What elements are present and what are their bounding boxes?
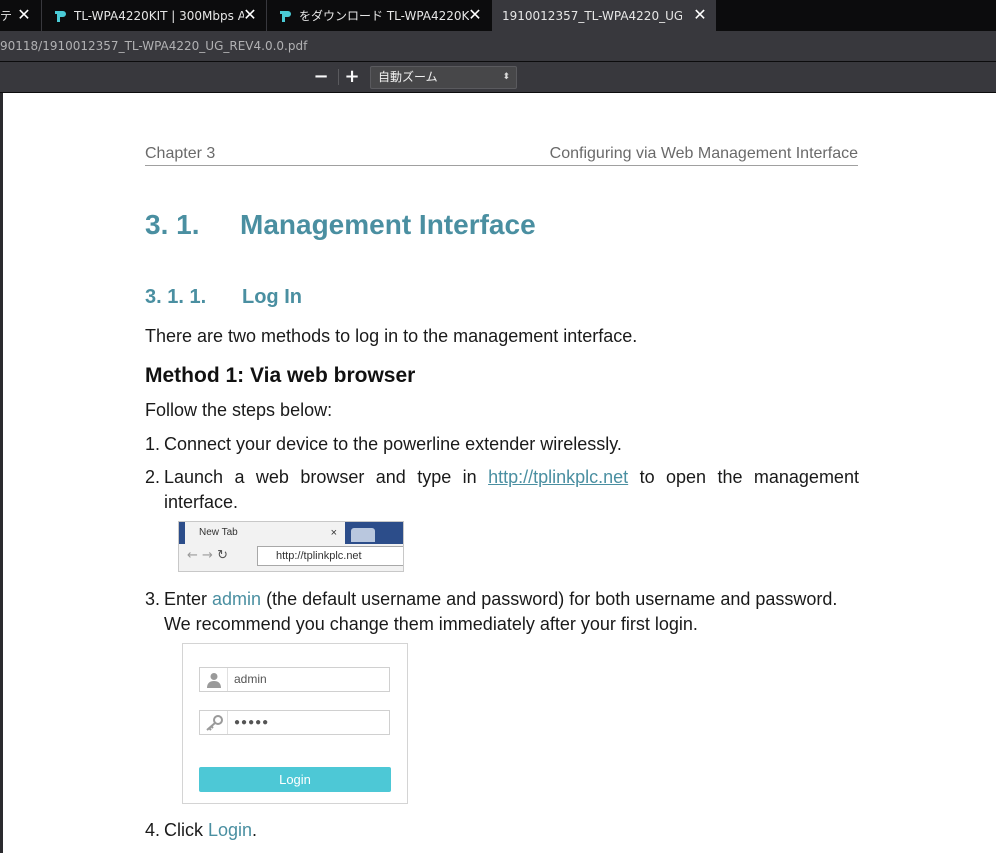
tplinkplc-link[interactable]: http://tplinkplc.net: [488, 467, 628, 488]
word: browser: [300, 467, 365, 487]
pdf-viewer[interactable]: Chapter 3 Configuring via Web Management…: [0, 93, 996, 853]
pdf-toolbar: − + 自動ズーム ⬍: [0, 61, 996, 93]
user-icon: [200, 668, 228, 691]
zoom-select[interactable]: 自動ズーム ⬍: [370, 66, 517, 89]
url-bar[interactable]: 90118/1910012357_TL-WPA4220_UG_REV4.0.0.…: [0, 31, 996, 61]
section-title: Management Interface: [240, 209, 536, 240]
word: and: [375, 467, 406, 487]
step-number: 4.: [145, 820, 161, 840]
list-item: 2. Launch a web browser and type in http…: [145, 467, 859, 519]
list-item: 3. Enter admin (the default username and…: [145, 589, 859, 641]
step-text: Click Login.: [164, 820, 859, 841]
header-rule: [145, 165, 858, 166]
login-highlight: Login: [208, 820, 253, 840]
subsection-title: Log In: [242, 286, 302, 308]
tab-1[interactable]: TL-WPA4220KIT | 300Mbps AV ✕: [42, 0, 266, 31]
chapter-header: Chapter 3: [145, 145, 216, 162]
text: (the default username and password) for …: [261, 589, 838, 609]
browser-address-text: http://tplinkplc.net: [276, 550, 362, 562]
browser-new-tab: New Tab ×: [185, 522, 345, 544]
login-button-figure: Login: [199, 767, 391, 792]
tab-3-active[interactable]: 1910012357_TL-WPA4220_UG_REV ✕: [492, 0, 716, 31]
word: the: [717, 467, 743, 487]
tab-2[interactable]: をダウンロード TL-WPA4220KIT | T ✕: [267, 0, 491, 31]
tab-title: 1910012357_TL-WPA4220_UG_REV: [502, 8, 682, 23]
word: in: [462, 467, 477, 487]
step-number: 2.: [145, 467, 161, 487]
list-item: 1. Connect your device to the powerline …: [145, 434, 859, 458]
word: a: [234, 467, 245, 487]
key-icon: [200, 711, 228, 734]
zoom-out-button[interactable]: −: [310, 66, 332, 88]
text: Enter: [164, 589, 213, 609]
word: type: [417, 467, 452, 487]
nav-arrows-icon: ← → ↻: [187, 548, 228, 563]
browser-tab-title: New Tab: [199, 527, 238, 538]
tab-title: をダウンロード TL-WPA4220KIT | T: [299, 9, 469, 23]
close-icon[interactable]: ✕: [15, 6, 33, 24]
login-screenshot-figure: admin ●●●●● Login: [182, 643, 408, 804]
word: to: [639, 467, 655, 487]
step-text: Enter admin (the default username and pa…: [164, 589, 859, 635]
step-text-line2: We recommend you change them immediately…: [164, 614, 698, 634]
tab-strip: テ ✕ TL-WPA4220KIT | 300Mbps AV ✕ をダウンロード…: [0, 0, 996, 31]
list-item: 4. Click Login.: [145, 820, 859, 844]
browser-address-bar: http://tplinkplc.net: [257, 546, 403, 566]
close-icon[interactable]: ✕: [466, 6, 484, 24]
username-field-figure: admin: [199, 667, 390, 692]
intro-paragraph: There are two methods to log in to the m…: [145, 326, 638, 346]
password-value: ●●●●●: [234, 717, 270, 728]
admin-highlight: admin: [212, 589, 262, 609]
close-icon[interactable]: ✕: [691, 6, 709, 24]
close-icon: ×: [330, 527, 337, 539]
tab-0[interactable]: テ ✕: [0, 0, 40, 31]
updown-arrow-icon: ⬍: [502, 72, 510, 82]
subsection-heading: 3. 1. 1. Log In: [145, 286, 302, 309]
zoom-in-button[interactable]: +: [341, 66, 363, 88]
follow-steps-text: Follow the steps below:: [145, 400, 333, 420]
word: open: [666, 467, 707, 487]
browser-screenshot-figure: New Tab × ← → ↻ http://tplinkplc.net: [178, 521, 404, 572]
subsection-number: 3. 1. 1.: [145, 286, 207, 308]
zoom-value: 自動ズーム: [378, 70, 438, 84]
word: management: [753, 467, 859, 487]
chapter-title-header: Configuring via Web Management Interface: [549, 145, 858, 162]
password-field-figure: ●●●●●: [199, 710, 390, 735]
method-heading: Method 1: Via web browser: [145, 364, 416, 387]
step-number: 3.: [145, 589, 161, 609]
url-text: 90118/1910012357_TL-WPA4220_UG_REV4.0.0.…: [0, 39, 308, 53]
tab-title: TL-WPA4220KIT | 300Mbps AV: [74, 8, 244, 23]
step-number: 1.: [145, 434, 161, 454]
step-text: Launch a web browser and type in http://…: [164, 467, 859, 513]
username-value: admin: [234, 672, 267, 686]
tab-title: テ: [0, 9, 13, 23]
toolbar-divider: [338, 69, 339, 85]
word: web: [255, 467, 289, 487]
text: Click: [164, 820, 208, 840]
step-text: Connect your device to the powerline ext…: [164, 434, 622, 454]
close-icon[interactable]: ✕: [241, 6, 259, 24]
section-number: 3. 1.: [145, 209, 200, 240]
section-heading: 3. 1. Management Interface: [145, 209, 536, 241]
tplink-favicon-icon: [55, 10, 66, 22]
pdf-page: Chapter 3 Configuring via Web Management…: [3, 93, 996, 853]
text: .: [252, 820, 258, 840]
new-tab-icon: [351, 528, 375, 542]
tplink-favicon-icon: [280, 10, 291, 22]
word: Launch: [164, 467, 224, 487]
step-text-line2: interface.: [164, 492, 239, 512]
